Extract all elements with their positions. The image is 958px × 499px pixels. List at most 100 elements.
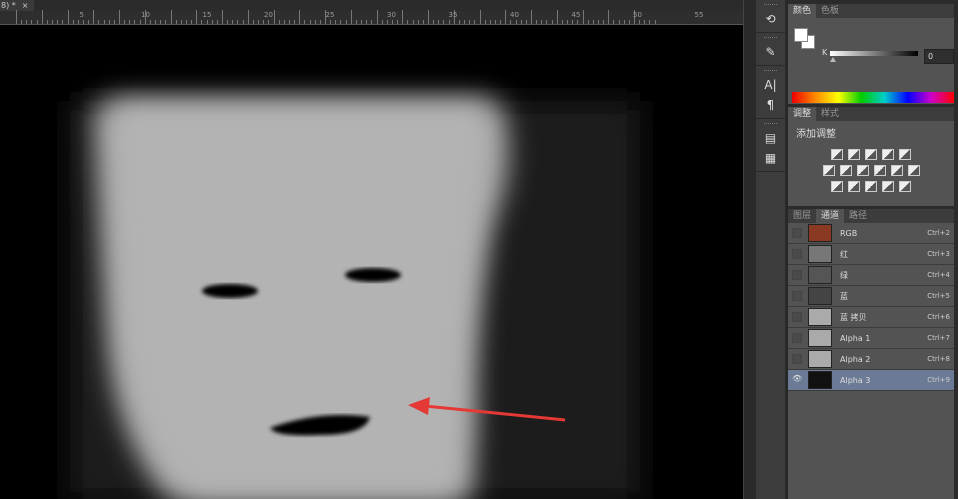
ruler-tick bbox=[515, 20, 517, 24]
ruler-tick bbox=[361, 20, 363, 24]
threshold-icon[interactable] bbox=[865, 181, 877, 192]
channel-name: Alpha 3 bbox=[840, 375, 871, 385]
ruler-tick bbox=[206, 20, 208, 24]
k-slider[interactable] bbox=[830, 51, 918, 56]
eye-right bbox=[345, 268, 401, 282]
ruler-tick bbox=[386, 20, 388, 24]
canvas[interactable] bbox=[0, 25, 743, 499]
history-icon[interactable]: ⟲ bbox=[756, 9, 785, 29]
document-tab[interactable]: 8) * × bbox=[0, 0, 35, 11]
tab-paths[interactable]: 路径 bbox=[844, 209, 872, 223]
tab-styles[interactable]: 样式 bbox=[816, 107, 844, 121]
curves-icon[interactable] bbox=[865, 149, 877, 160]
ruler-label: 20 bbox=[264, 11, 273, 19]
ruler-tick bbox=[551, 20, 553, 24]
ruler-tick bbox=[340, 20, 342, 24]
channel-row[interactable]: RGB Ctrl+2 bbox=[788, 223, 954, 244]
visibility-toggle[interactable] bbox=[792, 291, 802, 301]
ruler-tick bbox=[335, 20, 337, 24]
ruler-tick bbox=[412, 20, 414, 24]
adjustments-panel: 调整 样式 添加调整 bbox=[788, 107, 954, 206]
k-value-input[interactable]: 0 bbox=[924, 49, 954, 64]
ruler-tick bbox=[448, 20, 450, 24]
visibility-toggle[interactable] bbox=[792, 333, 802, 343]
k-channel-label: K bbox=[822, 48, 828, 57]
channel-row[interactable]: 蓝 Ctrl+5 bbox=[788, 286, 954, 307]
notes-icon[interactable]: ▦ bbox=[756, 148, 785, 168]
visibility-toggle[interactable] bbox=[792, 249, 802, 259]
ruler-tick bbox=[330, 20, 332, 24]
color-lookup-icon[interactable] bbox=[907, 165, 920, 176]
brush-presets-icon[interactable]: ✎ bbox=[756, 42, 785, 62]
tab-adjustments[interactable]: 调整 bbox=[788, 107, 817, 121]
vertical-scrollbar[interactable] bbox=[743, 0, 755, 499]
visibility-toggle[interactable] bbox=[792, 354, 802, 364]
channel-mixer-icon[interactable] bbox=[890, 165, 903, 176]
channel-row[interactable]: 红 Ctrl+3 bbox=[788, 244, 954, 265]
levels-icon[interactable] bbox=[848, 149, 860, 160]
ruler-tick bbox=[196, 10, 198, 24]
visibility-toggle[interactable] bbox=[792, 228, 802, 238]
channel-name: 绿 bbox=[840, 270, 848, 280]
k-slider-thumb[interactable] bbox=[830, 57, 836, 62]
ruler-tick bbox=[21, 20, 23, 24]
ruler-tick bbox=[505, 10, 507, 24]
channel-thumbnail bbox=[808, 350, 832, 368]
channel-thumbnail bbox=[808, 287, 832, 305]
channel-thumbnail bbox=[808, 329, 832, 347]
tab-channels[interactable]: 通道 bbox=[816, 209, 845, 223]
ruler-tick bbox=[608, 10, 610, 24]
visibility-toggle[interactable] bbox=[792, 312, 802, 322]
ruler-tick bbox=[41, 10, 43, 24]
ruler-tick bbox=[252, 20, 254, 24]
exposure-icon[interactable] bbox=[882, 149, 894, 160]
channel-row[interactable]: Alpha 1 Ctrl+7 bbox=[788, 328, 954, 349]
color-spectrum[interactable] bbox=[792, 92, 954, 103]
ruler-tick bbox=[469, 20, 471, 24]
ruler-tick bbox=[561, 20, 563, 24]
ruler-label: 50 bbox=[633, 11, 642, 19]
black-white-icon[interactable] bbox=[856, 165, 869, 176]
paragraph-icon[interactable]: ¶ bbox=[756, 95, 785, 115]
channel-row[interactable]: 👁 Alpha 3 Ctrl+9 bbox=[788, 370, 954, 391]
eye-icon[interactable]: 👁 bbox=[792, 375, 802, 385]
hue-saturation-icon[interactable] bbox=[822, 165, 835, 176]
ruler-tick bbox=[211, 20, 213, 24]
properties-icon[interactable]: ▤ bbox=[756, 128, 785, 148]
ruler-tick bbox=[366, 20, 368, 24]
channel-row[interactable]: Alpha 2 Ctrl+8 bbox=[788, 349, 954, 370]
tab-layers[interactable]: 图层 bbox=[788, 209, 816, 223]
close-tab-button[interactable]: × bbox=[22, 1, 29, 10]
channel-row[interactable]: 蓝 拷贝 Ctrl+6 bbox=[788, 307, 954, 328]
color-balance-icon[interactable] bbox=[839, 165, 852, 176]
brightness-icon[interactable] bbox=[831, 149, 843, 160]
channel-thumbnail bbox=[808, 308, 832, 326]
ruler-tick bbox=[268, 20, 270, 24]
tab-color[interactable]: 颜色 bbox=[788, 4, 817, 18]
ruler-tick bbox=[26, 20, 28, 24]
channel-row[interactable]: 绿 Ctrl+4 bbox=[788, 265, 954, 286]
ruler-tick bbox=[536, 20, 538, 24]
ruler-tick bbox=[216, 20, 218, 24]
foreground-color-swatch[interactable] bbox=[794, 28, 808, 42]
ruler-tick bbox=[139, 20, 141, 24]
channel-shortcut: Ctrl+6 bbox=[927, 313, 950, 321]
ruler-tick bbox=[258, 20, 260, 24]
channels-panel: 图层 通道 路径 RGB Ctrl+2 红 Ctrl+3 绿 Ctrl+4 蓝 Ctrl+5 蓝 拷… bbox=[788, 209, 954, 499]
selective-color-icon[interactable] bbox=[882, 181, 894, 192]
invert-icon[interactable] bbox=[831, 181, 843, 192]
channel-name: 红 bbox=[840, 249, 848, 259]
ruler-tick bbox=[417, 20, 419, 24]
visibility-toggle[interactable] bbox=[792, 270, 802, 280]
channel-shortcut: Ctrl+7 bbox=[927, 334, 950, 342]
photo-filter-icon[interactable] bbox=[873, 165, 886, 176]
character-icon[interactable]: A| bbox=[756, 75, 785, 95]
tab-swatches[interactable]: 色板 bbox=[816, 4, 844, 18]
gradient-map-icon[interactable] bbox=[899, 181, 911, 192]
ruler-tick bbox=[391, 20, 393, 24]
ruler-label: 30 bbox=[387, 11, 396, 19]
vibrance-icon[interactable] bbox=[899, 149, 911, 160]
ruler-label: 15 bbox=[202, 11, 212, 19]
posterize-icon[interactable] bbox=[848, 181, 860, 192]
ruler-tick bbox=[582, 10, 584, 24]
